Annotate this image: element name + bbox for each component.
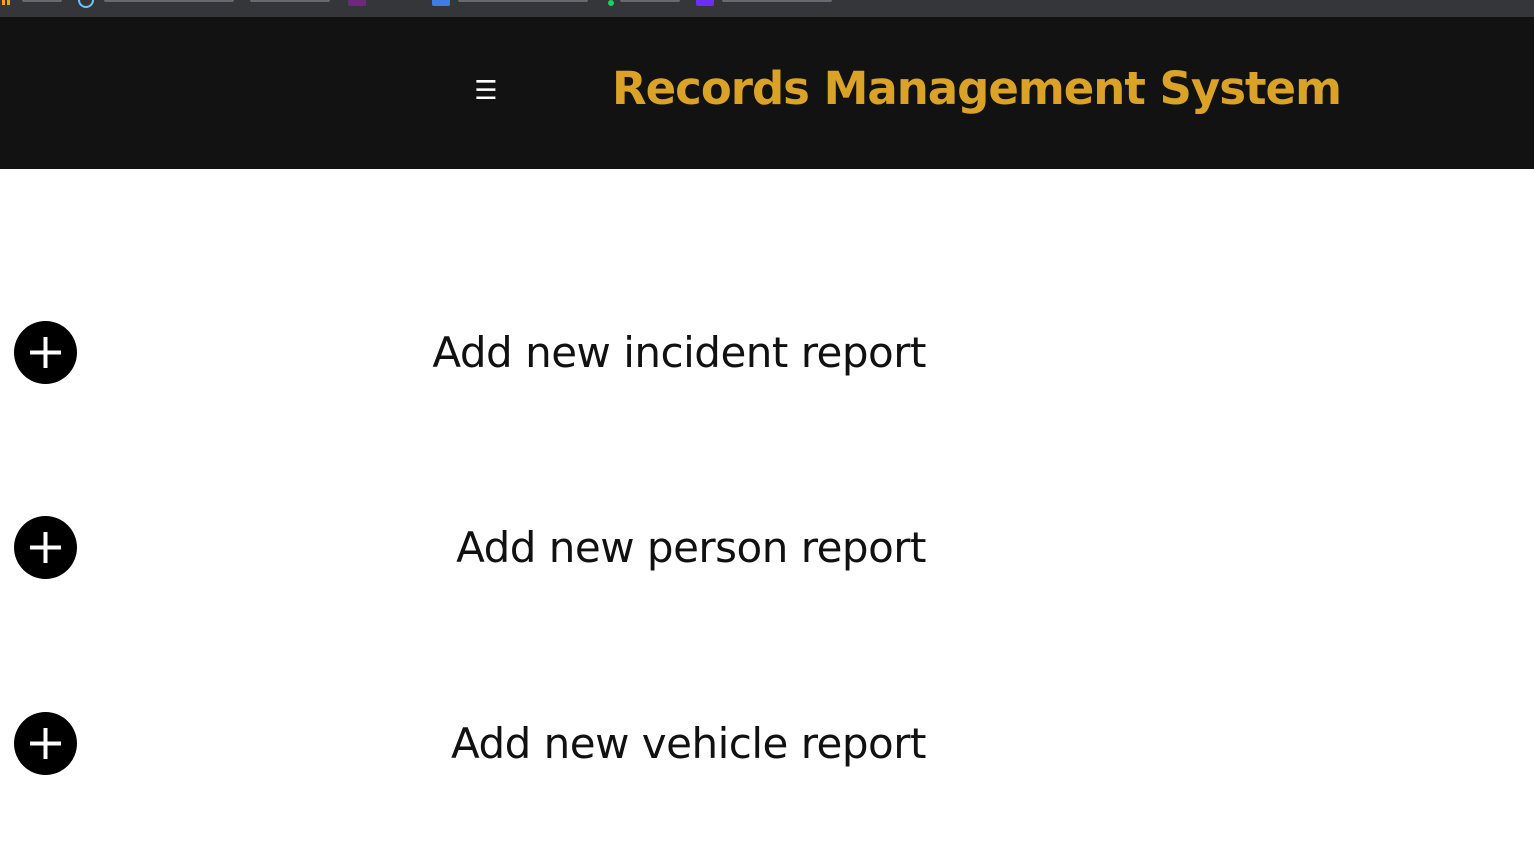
- bookmark-violet-icon[interactable]: [696, 0, 714, 6]
- app-header: ☰ Records Management System: [0, 17, 1534, 169]
- apps-icon[interactable]: [2, 0, 14, 5]
- hamburger-menu-icon[interactable]: ☰: [470, 75, 502, 107]
- bookmark-item[interactable]: [22, 0, 62, 2]
- bookmark-item[interactable]: [250, 0, 330, 2]
- bookmark-item[interactable]: [458, 0, 588, 2]
- plus-circle-icon[interactable]: [14, 516, 77, 579]
- page-title: Records Management System: [612, 62, 1342, 115]
- bookmark-item[interactable]: [620, 0, 680, 2]
- bookmarks-bar: [0, 0, 1534, 17]
- plus-circle-icon[interactable]: [14, 321, 77, 384]
- add-vehicle-report-row[interactable]: Add new vehicle report: [0, 708, 1534, 778]
- bookmark-circle-icon[interactable]: [78, 0, 94, 8]
- add-incident-report-link[interactable]: Add new incident report: [432, 325, 926, 381]
- bookmark-blue-icon[interactable]: [432, 0, 450, 6]
- bookmark-item[interactable]: [104, 0, 234, 2]
- bookmark-purple-icon[interactable]: [348, 0, 366, 6]
- bookmark-item[interactable]: [722, 0, 832, 2]
- add-person-report-row[interactable]: Add new person report: [0, 512, 1534, 582]
- bookmark-green-icon[interactable]: [608, 0, 614, 6]
- add-person-report-link[interactable]: Add new person report: [456, 520, 926, 576]
- add-incident-report-row[interactable]: Add new incident report: [0, 317, 1534, 387]
- add-vehicle-report-link[interactable]: Add new vehicle report: [451, 716, 927, 772]
- plus-circle-icon[interactable]: [14, 712, 77, 775]
